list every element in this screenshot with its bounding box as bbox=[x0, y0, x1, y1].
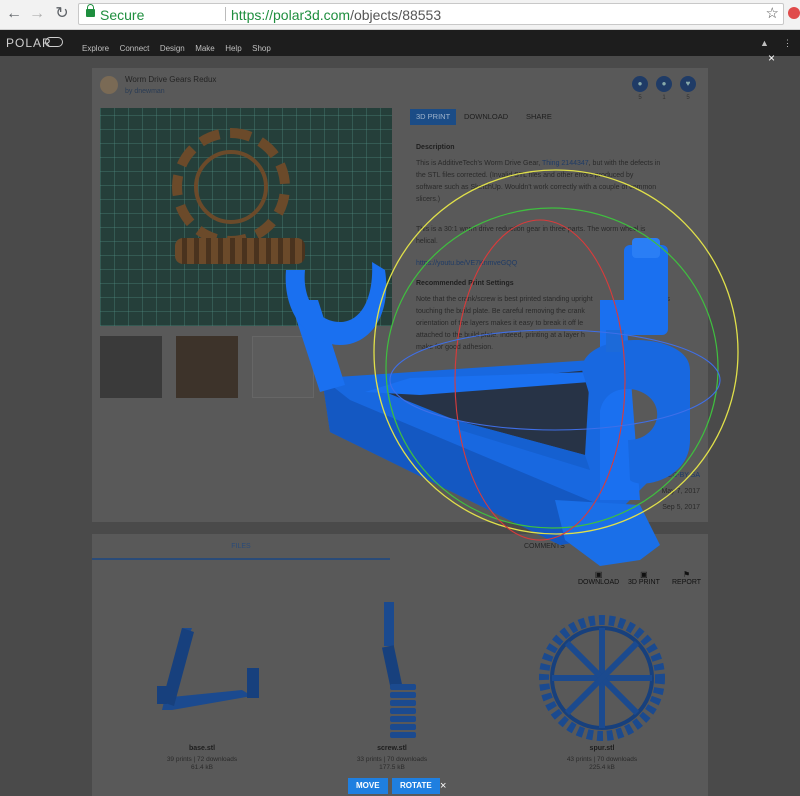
tab-share[interactable]: SHARE bbox=[520, 109, 558, 125]
object-title: Worm Drive Gears Redux bbox=[125, 75, 217, 84]
description-p2: This is a 30:1 worm drive reduction gear… bbox=[416, 226, 646, 245]
forward-arrow-icon[interactable]: → bbox=[27, 4, 47, 24]
site-header: POLAR Explore Connect Design Make Help S… bbox=[0, 30, 800, 56]
file-stats-spur: 43 prints | 70 downloads 225.4 kB bbox=[566, 756, 638, 771]
license-link[interactable]: CC-BY-SA bbox=[667, 472, 700, 479]
print-settings-text: Note that the crank/screw is best printe… bbox=[416, 296, 671, 351]
main-photo bbox=[100, 108, 392, 326]
file-name-screw[interactable]: screw.stl bbox=[302, 745, 482, 752]
print-count: 5 bbox=[638, 95, 642, 101]
license-line: CC-BY-SA bbox=[667, 472, 700, 479]
file-name-base[interactable]: base.stl bbox=[112, 745, 292, 752]
close-tools-icon[interactable]: × bbox=[440, 780, 446, 792]
tab-files[interactable]: FILES bbox=[92, 534, 390, 560]
files-panel: FILES COMMENTS ▣ DOWNLOAD ▣ 3D PRINT ⚑ REPO… bbox=[92, 534, 708, 796]
printer-icon: ▣ bbox=[640, 570, 648, 579]
print-settings-heading: Recommended Print Settings bbox=[416, 280, 514, 287]
extension-icon[interactable] bbox=[788, 7, 800, 19]
menu-dots-icon[interactable]: ⋮ bbox=[783, 38, 792, 49]
lock-icon bbox=[86, 4, 95, 17]
heart-icon[interactable]: ♥ bbox=[680, 76, 696, 92]
report-action[interactable]: ⚑ REPORT bbox=[672, 570, 701, 586]
close-viewer-icon[interactable]: × bbox=[768, 52, 775, 64]
description-p1: This is AdditiveTech's Worm Drive Gear, … bbox=[416, 160, 661, 203]
nav-help[interactable]: Help bbox=[225, 44, 241, 53]
description-heading: Description bbox=[416, 144, 455, 151]
print-count-icon[interactable]: ● bbox=[632, 76, 648, 92]
file-name-spur[interactable]: spur.stl bbox=[512, 745, 692, 752]
avatar[interactable] bbox=[100, 76, 118, 94]
cloud-logo-icon bbox=[45, 37, 63, 47]
print-action[interactable]: ▣ 3D PRINT bbox=[628, 570, 660, 586]
created-line: May 7, 2017 bbox=[661, 488, 700, 495]
reload-icon[interactable]: ↻ bbox=[52, 4, 72, 24]
rotate-button[interactable]: ROTATE bbox=[392, 778, 440, 794]
tab-comments[interactable]: COMMENTS bbox=[524, 534, 674, 560]
nav-shop[interactable]: Shop bbox=[252, 44, 271, 53]
like-count: 5 bbox=[686, 95, 690, 101]
thumbnail-2[interactable] bbox=[176, 336, 238, 398]
group-icon[interactable]: ● bbox=[656, 76, 672, 92]
nav-make[interactable]: Make bbox=[195, 44, 215, 53]
object-card: Worm Drive Gears Redux by dnewman ● 5 ● … bbox=[92, 68, 708, 522]
download-action[interactable]: ▣ DOWNLOAD bbox=[578, 570, 619, 586]
nav-connect[interactable]: Connect bbox=[120, 44, 150, 53]
browser-toolbar: ← → ↻ Secure https://polar3d.com/objects… bbox=[0, 0, 800, 30]
nav-explore[interactable]: Explore bbox=[82, 44, 109, 53]
url-path: /objects/88553 bbox=[350, 7, 442, 23]
secure-label: Secure bbox=[100, 7, 145, 23]
url-text: https://polar3d.com/objects/88553 bbox=[231, 5, 441, 25]
back-arrow-icon[interactable]: ← bbox=[4, 4, 24, 24]
video-link[interactable]: https://youtu.be/VE7KnmveGQQ bbox=[416, 258, 688, 270]
file-stats-screw: 33 prints | 70 downloads 177.5 kB bbox=[356, 756, 428, 771]
author-link[interactable]: by dnewman bbox=[125, 88, 165, 95]
move-button[interactable]: MOVE bbox=[348, 778, 388, 794]
address-bar[interactable]: Secure https://polar3d.com/objects/88553… bbox=[78, 3, 784, 25]
bookmark-star-icon[interactable]: ☆ bbox=[766, 4, 779, 24]
file-stats-base: 39 prints | 72 downloads 61.4 kB bbox=[166, 756, 238, 771]
thumbnail-3[interactable] bbox=[252, 336, 314, 398]
download-icon: ▣ bbox=[594, 570, 603, 579]
nav-design[interactable]: Design bbox=[160, 44, 185, 53]
group-count: 1 bbox=[662, 95, 666, 101]
thumbnail-1[interactable] bbox=[100, 336, 162, 398]
tab-3d-print[interactable]: 3D PRINT bbox=[410, 109, 457, 125]
flag-icon: ⚑ bbox=[682, 570, 691, 579]
bell-icon[interactable]: ▲ bbox=[760, 38, 769, 48]
url-base: https://polar3d.com bbox=[231, 7, 351, 23]
thing-link[interactable]: Thing 2144347 bbox=[542, 160, 589, 167]
main-nav: Explore Connect Design Make Help Shop bbox=[82, 38, 277, 56]
updated-line: Sep 5, 2017 bbox=[662, 504, 700, 511]
tab-download[interactable]: DOWNLOAD bbox=[458, 109, 514, 125]
